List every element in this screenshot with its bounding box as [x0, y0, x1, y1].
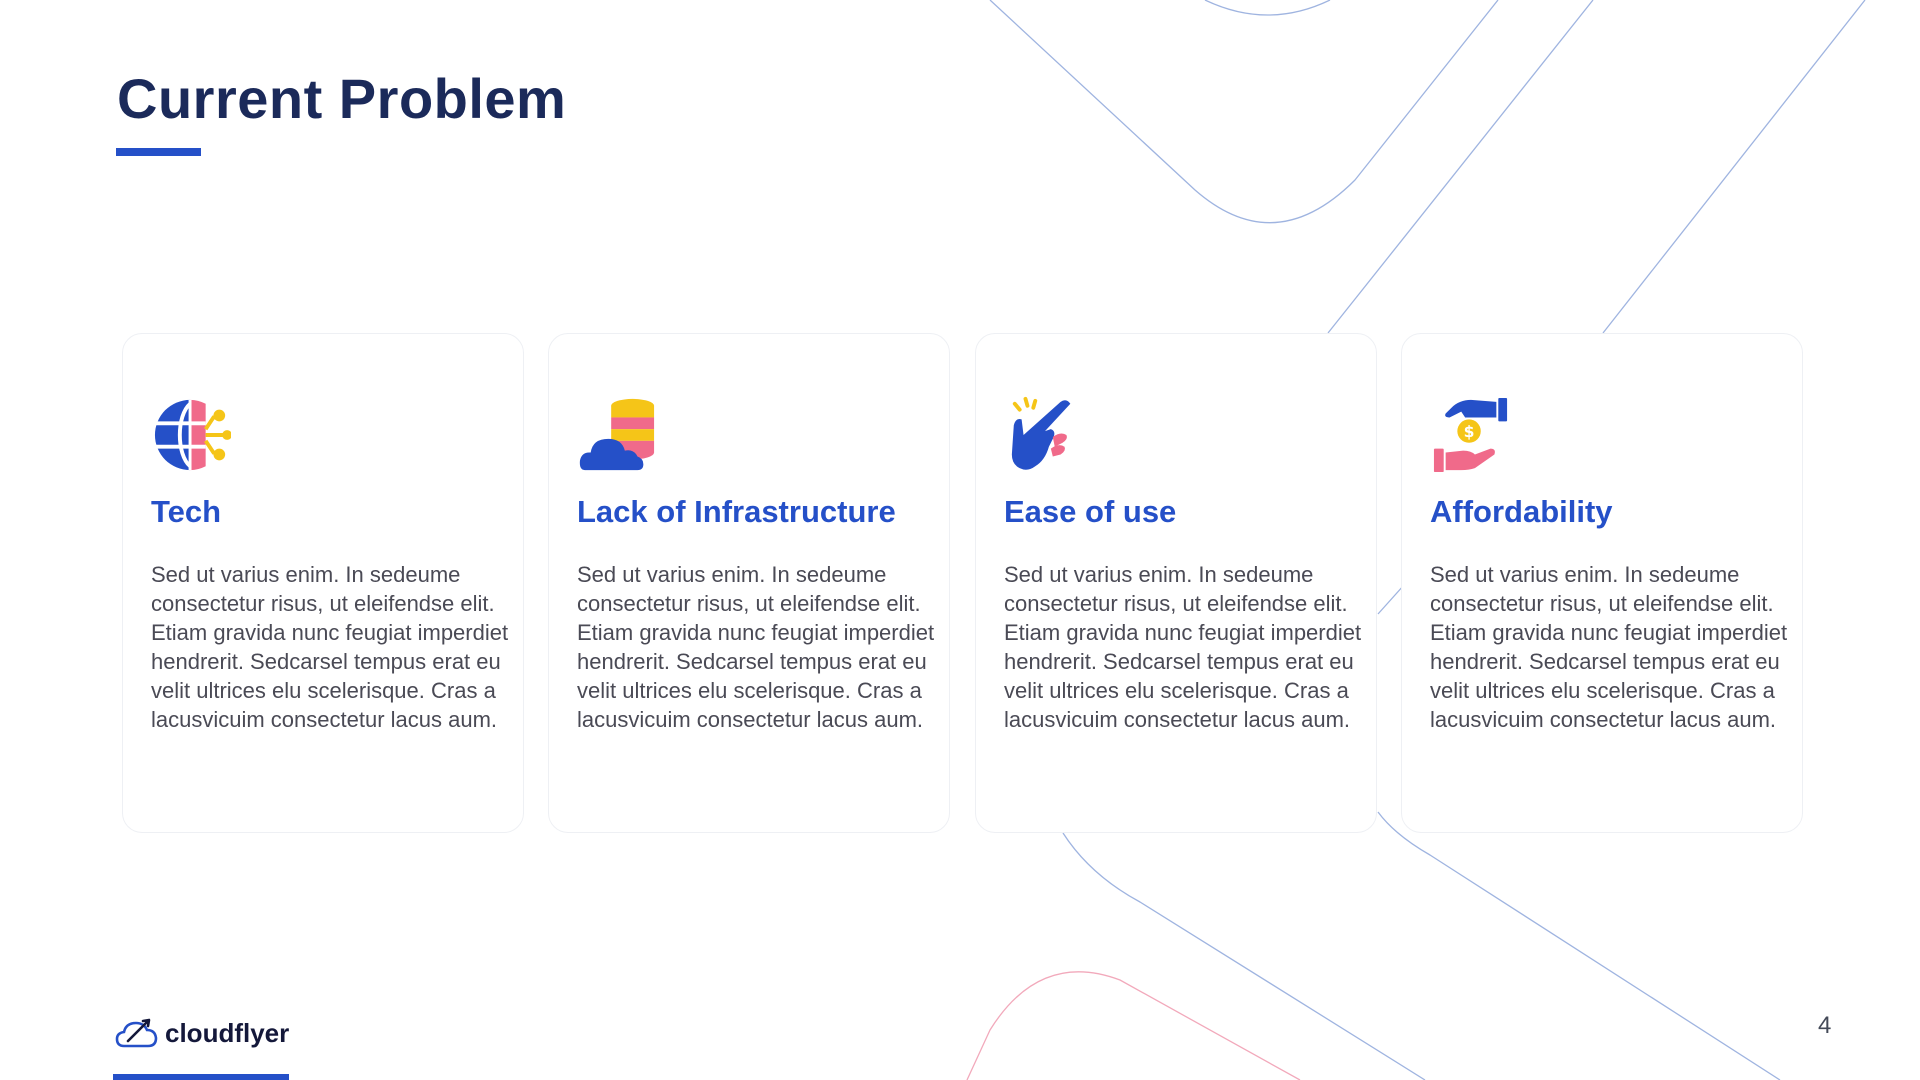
card-ease-of-use: Ease of use Sed ut varius enim. In sedeu…	[975, 333, 1377, 833]
page-number: 4	[1818, 1012, 1832, 1039]
svg-text:$: $	[1464, 423, 1475, 441]
card-body: Sed ut varius enim. In sedeume consectet…	[151, 562, 509, 732]
globe-network-icon	[154, 399, 231, 471]
footer-accent-bar	[113, 1074, 289, 1080]
finger-snap-icon	[1011, 396, 1071, 470]
card-title: Lack of Infrastructure	[577, 494, 896, 529]
card-body: Sed ut varius enim. In sedeume consectet…	[1430, 562, 1788, 732]
card-body: Sed ut varius enim. In sedeume consectet…	[577, 562, 935, 732]
cloud-database-icon	[579, 398, 655, 471]
card-tech: Tech Sed ut varius enim. In sedeume cons…	[122, 333, 524, 833]
cloud-plane-icon	[115, 1018, 158, 1048]
card-title: Ease of use	[1004, 494, 1177, 529]
card-title: Tech	[151, 494, 222, 529]
card-infrastructure: Lack of Infrastructure Sed ut varius eni…	[548, 333, 950, 833]
hand-coin-icon: $	[1433, 397, 1508, 473]
brand-name: cloudflyer	[165, 1017, 290, 1048]
card-affordability: $ Affordability Sed ut varius enim. In s…	[1401, 333, 1803, 833]
brand-logo: cloudflyer	[115, 1016, 289, 1050]
card-title: Affordability	[1430, 494, 1613, 529]
card-body: Sed ut varius enim. In sedeume consectet…	[1004, 562, 1362, 732]
